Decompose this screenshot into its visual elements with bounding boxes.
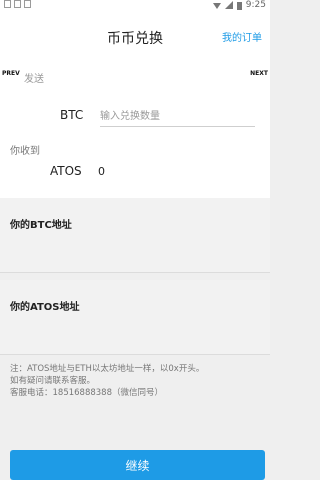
notes: 注：ATOS地址与ETH以太坊地址一样，以0x开头。 如有疑问请联系客服。 客服… [10,363,266,399]
continue-button[interactable]: 继续 [10,450,265,480]
app-header: 币币兑换 我的订单 [0,12,270,59]
system-indicators: 9:25 [212,0,266,10]
btc-address-label: 你的BTC地址 [10,220,72,231]
wifi-icon [212,3,221,9]
note-line: 客服电话：18516888388（微信同号） [10,388,163,398]
receive-label: 你收到 [10,146,40,157]
notification-icons [4,0,31,8]
btc-address-input[interactable] [10,236,260,258]
notification-icon [14,0,21,8]
notification-icon [4,0,11,8]
exchange-form: PREV 发送 NEXT BTC 你收到 ATOS 0 [0,58,270,198]
prev-button[interactable]: PREV [2,70,20,77]
next-button[interactable]: NEXT [250,70,268,77]
signal-icon [224,1,233,9]
send-currency: BTC [60,108,84,122]
notification-icon [24,0,31,8]
battery-icon [236,1,242,10]
atos-address-label: 你的ATOS地址 [10,302,80,313]
note-line: 如有疑问请联系客服。 [10,376,96,386]
status-time: 9:25 [245,0,266,10]
btc-address-section: 你的BTC地址 [0,198,270,273]
status-bar: 9:25 [0,0,270,12]
atos-address-section: 你的ATOS地址 [0,280,270,355]
my-orders-link[interactable]: 我的订单 [222,29,262,44]
atos-address-input[interactable] [10,318,260,340]
send-label: 发送 [24,74,44,85]
note-line: 注：ATOS地址与ETH以太坊地址一样，以0x开头。 [10,364,205,374]
receive-amount: 0 [98,165,105,178]
amount-input[interactable] [100,106,255,127]
receive-currency: ATOS [50,164,82,178]
